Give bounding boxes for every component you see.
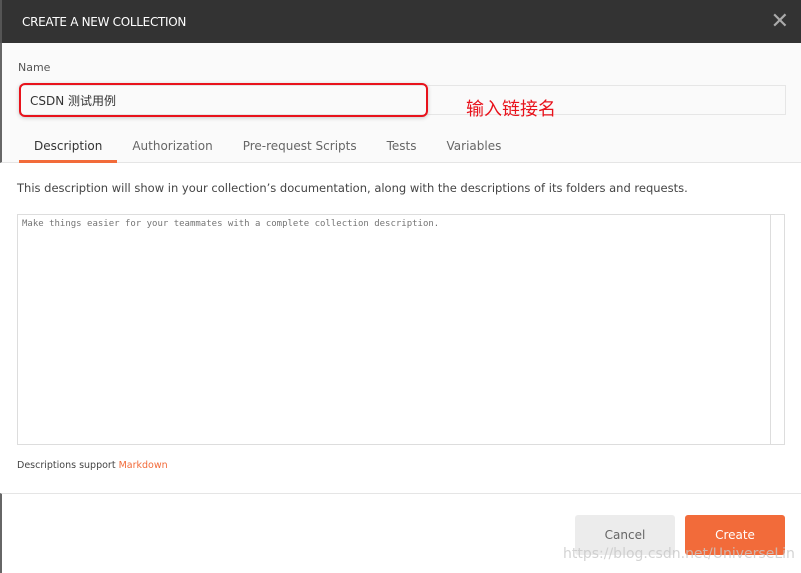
markdown-link[interactable]: Markdown — [119, 460, 168, 471]
dialog-title: CREATE A NEW COLLECTION — [22, 15, 187, 29]
name-section: Name 输入链接名 Description Authorization Pre… — [0, 43, 801, 163]
tab-bar: Description Authorization Pre-request Sc… — [19, 139, 516, 163]
close-icon[interactable]: ✕ — [771, 9, 789, 34]
tab-pre-request-scripts[interactable]: Pre-request Scripts — [228, 139, 372, 163]
description-help-text: This description will show in your colle… — [17, 181, 688, 195]
support-text: Descriptions support — [17, 460, 119, 471]
tab-variables[interactable]: Variables — [432, 139, 517, 163]
cancel-button[interactable]: Cancel — [575, 515, 675, 555]
name-label: Name — [18, 61, 51, 74]
dialog-footer — [0, 493, 801, 573]
annotation-text: 输入链接名 — [466, 99, 556, 120]
markdown-support-note: Descriptions support Markdown — [17, 460, 168, 471]
tab-authorization[interactable]: Authorization — [117, 139, 227, 163]
name-input[interactable] — [19, 85, 786, 115]
create-button[interactable]: Create — [685, 515, 785, 555]
tab-tests[interactable]: Tests — [372, 139, 432, 163]
tab-description[interactable]: Description — [19, 139, 118, 163]
dialog-header: CREATE A NEW COLLECTION ✕ — [0, 0, 801, 43]
textarea-scrollbar[interactable] — [770, 215, 784, 444]
description-textarea[interactable] — [17, 214, 785, 445]
